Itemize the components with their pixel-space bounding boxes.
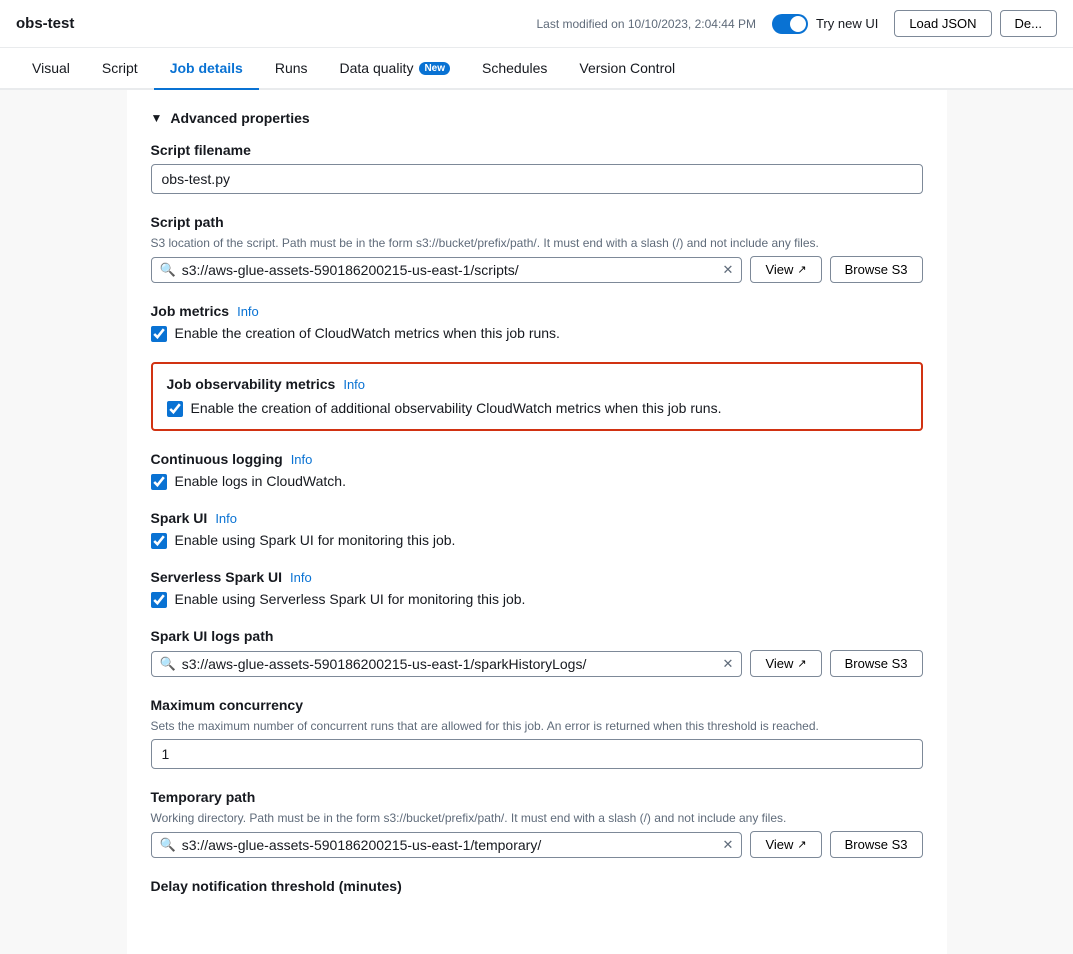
script-filename-label: Script filename	[151, 142, 923, 158]
continuous-logging-group: Continuous logging Info Enable logs in C…	[151, 451, 923, 490]
spark-logs-view-button[interactable]: View ↗	[750, 650, 821, 677]
spark-ui-checkbox-row: Enable using Spark UI for monitoring thi…	[151, 532, 923, 549]
spark-ui-checkbox[interactable]	[151, 533, 167, 549]
external-link-icon: ↗	[797, 263, 806, 276]
continuous-logging-label: Continuous logging Info	[151, 451, 923, 467]
serverless-spark-ui-group: Serverless Spark UI Info Enable using Se…	[151, 569, 923, 608]
job-metrics-info-link[interactable]: Info	[237, 304, 259, 319]
try-new-ui-toggle-container: Try new UI	[772, 14, 878, 34]
continuous-logging-checkbox-row: Enable logs in CloudWatch.	[151, 473, 923, 490]
tab-version-control[interactable]: Version Control	[563, 48, 691, 90]
spark-ui-logs-path-input[interactable]	[182, 656, 719, 672]
serverless-spark-ui-label: Serverless Spark UI Info	[151, 569, 923, 585]
continuous-logging-info-link[interactable]: Info	[291, 452, 313, 467]
clear-icon-2[interactable]: ✕	[723, 656, 734, 672]
spark-ui-label: Spark UI Info	[151, 510, 923, 526]
spark-ui-checkbox-label: Enable using Spark UI for monitoring thi…	[175, 532, 456, 548]
spark-ui-logs-path-label: Spark UI logs path	[151, 628, 923, 644]
job-observability-checkbox[interactable]	[167, 401, 183, 417]
script-path-description: S3 location of the script. Path must be …	[151, 236, 923, 250]
advanced-properties-header[interactable]: ▼ Advanced properties	[151, 110, 923, 126]
spark-ui-info-link[interactable]: Info	[215, 511, 237, 526]
temporary-path-input-wrap[interactable]: 🔍 ✕	[151, 832, 743, 858]
tab-schedules[interactable]: Schedules	[466, 48, 563, 90]
spark-logs-browse-button[interactable]: Browse S3	[830, 650, 923, 677]
job-metrics-checkbox-label: Enable the creation of CloudWatch metric…	[175, 325, 560, 341]
chevron-icon: ▼	[151, 111, 163, 125]
clear-icon-3[interactable]: ✕	[723, 837, 734, 853]
temporary-path-view-button[interactable]: View ↗	[750, 831, 821, 858]
continuous-logging-checkbox[interactable]	[151, 474, 167, 490]
spark-ui-logs-path-group: Spark UI logs path 🔍 ✕ View ↗ Browse S3	[151, 628, 923, 677]
search-icon-3: 🔍	[160, 837, 176, 853]
tab-bar: Visual Script Job details Runs Data qual…	[0, 48, 1073, 90]
script-path-label: Script path	[151, 214, 923, 230]
temporary-path-browse-button[interactable]: Browse S3	[830, 831, 923, 858]
job-observability-label: Job observability metrics Info	[167, 376, 907, 392]
search-icon: 🔍	[160, 262, 176, 278]
job-metrics-checkbox-row: Enable the creation of CloudWatch metric…	[151, 325, 923, 342]
serverless-spark-ui-info-link[interactable]: Info	[290, 570, 312, 585]
serverless-spark-ui-checkbox[interactable]	[151, 592, 167, 608]
script-path-browse-button[interactable]: Browse S3	[830, 256, 923, 283]
job-observability-checkbox-row: Enable the creation of additional observ…	[167, 400, 907, 417]
script-path-group: Script path S3 location of the script. P…	[151, 214, 923, 283]
max-concurrency-label: Maximum concurrency	[151, 697, 923, 713]
script-filename-input[interactable]	[151, 164, 923, 194]
script-path-input-wrap[interactable]: 🔍 ✕	[151, 257, 743, 283]
max-concurrency-group: Maximum concurrency Sets the maximum num…	[151, 697, 923, 769]
continuous-logging-checkbox-label: Enable logs in CloudWatch.	[175, 473, 346, 489]
delay-notification-group: Delay notification threshold (minutes)	[151, 878, 923, 894]
external-link-icon-2: ↗	[797, 657, 806, 670]
max-concurrency-input[interactable]	[151, 739, 923, 769]
toggle-label: Try new UI	[816, 16, 878, 31]
script-filename-group: Script filename	[151, 142, 923, 194]
tab-job-details[interactable]: Job details	[154, 48, 259, 90]
job-metrics-checkbox[interactable]	[151, 326, 167, 342]
main-content: ▼ Advanced properties Script filename Sc…	[0, 90, 1073, 954]
spark-ui-logs-path-input-row: 🔍 ✕ View ↗ Browse S3	[151, 650, 923, 677]
load-json-button[interactable]: Load JSON	[894, 10, 991, 37]
max-concurrency-description: Sets the maximum number of concurrent ru…	[151, 719, 923, 733]
temporary-path-input[interactable]	[182, 837, 719, 853]
content-area: ▼ Advanced properties Script filename Sc…	[127, 90, 947, 954]
clear-icon[interactable]: ✕	[723, 262, 734, 278]
search-icon-2: 🔍	[160, 656, 176, 672]
script-path-view-button[interactable]: View ↗	[750, 256, 821, 283]
job-metrics-group: Job metrics Info Enable the creation of …	[151, 303, 923, 342]
tab-data-quality[interactable]: Data quality New	[324, 48, 467, 90]
job-metrics-label: Job metrics Info	[151, 303, 923, 319]
temporary-path-description: Working directory. Path must be in the f…	[151, 811, 923, 825]
tab-runs[interactable]: Runs	[259, 48, 324, 90]
serverless-spark-ui-checkbox-label: Enable using Serverless Spark UI for mon…	[175, 591, 526, 607]
temporary-path-group: Temporary path Working directory. Path m…	[151, 789, 923, 858]
delay-notification-label: Delay notification threshold (minutes)	[151, 878, 923, 894]
deploy-button[interactable]: De...	[1000, 10, 1057, 37]
topbar: obs-test Last modified on 10/10/2023, 2:…	[0, 0, 1073, 48]
tab-visual[interactable]: Visual	[16, 48, 86, 90]
script-path-input[interactable]	[182, 262, 719, 278]
serverless-spark-ui-checkbox-row: Enable using Serverless Spark UI for mon…	[151, 591, 923, 608]
spark-ui-group: Spark UI Info Enable using Spark UI for …	[151, 510, 923, 549]
new-badge: New	[419, 62, 450, 75]
job-observability-info-link[interactable]: Info	[343, 377, 365, 392]
job-observability-checkbox-label: Enable the creation of additional observ…	[191, 400, 722, 416]
temporary-path-input-row: 🔍 ✕ View ↗ Browse S3	[151, 831, 923, 858]
script-path-input-row: 🔍 ✕ View ↗ Browse S3	[151, 256, 923, 283]
job-observability-group: Job observability metrics Info Enable th…	[151, 362, 923, 431]
try-new-ui-toggle[interactable]	[772, 14, 808, 34]
external-link-icon-3: ↗	[797, 838, 806, 851]
last-modified: Last modified on 10/10/2023, 2:04:44 PM	[536, 17, 756, 31]
temporary-path-label: Temporary path	[151, 789, 923, 805]
spark-ui-logs-path-input-wrap[interactable]: 🔍 ✕	[151, 651, 743, 677]
app-title: obs-test	[16, 15, 74, 32]
tab-script[interactable]: Script	[86, 48, 154, 90]
